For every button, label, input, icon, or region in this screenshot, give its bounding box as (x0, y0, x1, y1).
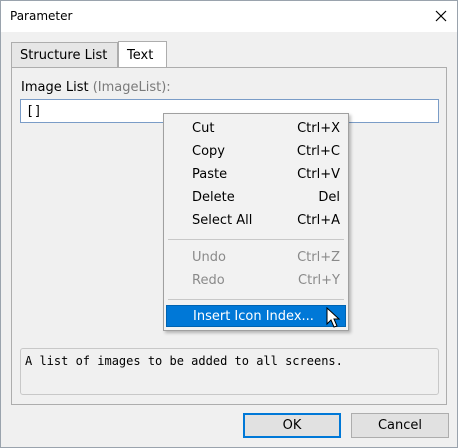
menu-item-shortcut: Del (318, 189, 340, 205)
menu-item-redo[interactable]: Redo Ctrl+Y (166, 269, 346, 291)
menu-item-paste[interactable]: Paste Ctrl+V (166, 163, 346, 185)
menu-item-label: Copy (192, 143, 225, 159)
field-type-hint: (ImageList): (92, 80, 171, 95)
menu-item-shortcut: Ctrl+C (296, 143, 340, 159)
menu-item-label: Insert Icon Index... (193, 308, 314, 324)
tab-text[interactable]: Text (118, 41, 167, 68)
menu-item-label: Delete (192, 189, 235, 205)
window-title: Parameter (10, 9, 73, 23)
tab-label: Text (127, 47, 154, 63)
menu-item-select-all[interactable]: Select All Ctrl+A (166, 209, 346, 231)
menu-item-label: Cut (192, 120, 215, 136)
menu-item-shortcut: Ctrl+Y (298, 272, 340, 288)
mouse-pointer-icon (326, 307, 341, 328)
title-bar[interactable]: Parameter (1, 1, 457, 32)
menu-separator (168, 299, 344, 300)
description-box: A list of images to be added to all scre… (20, 348, 439, 395)
tab-label: Structure List (20, 47, 108, 63)
menu-item-undo[interactable]: Undo Ctrl+Z (166, 246, 346, 268)
menu-item-shortcut: Ctrl+X (297, 120, 340, 136)
context-menu: Cut Ctrl+X Copy Ctrl+C Paste Ctrl+V Delete D… (163, 113, 349, 331)
close-button[interactable] (429, 4, 453, 28)
menu-item-insert-icon-index[interactable]: Insert Icon Index... (166, 305, 346, 327)
field-label-text: Image List (21, 80, 89, 95)
close-icon (435, 10, 447, 22)
cancel-label: Cancel (377, 418, 423, 433)
ok-button[interactable]: OK (243, 413, 341, 438)
menu-item-label: Undo (192, 249, 226, 265)
menu-item-shortcut: Ctrl+V (297, 166, 340, 182)
menu-item-delete[interactable]: Delete Del (166, 186, 346, 208)
input-value: [] (26, 103, 42, 119)
menu-item-label: Select All (192, 212, 253, 228)
menu-separator (168, 239, 344, 240)
menu-item-cut[interactable]: Cut Ctrl+X (166, 117, 346, 139)
menu-item-shortcut: Ctrl+Z (297, 249, 340, 265)
tab-structure-list[interactable]: Structure List (11, 42, 118, 67)
cancel-button[interactable]: Cancel (351, 413, 449, 438)
menu-item-label: Paste (192, 166, 228, 182)
field-label: Image List (ImageList): (21, 80, 171, 95)
ok-label: OK (282, 418, 302, 433)
menu-item-shortcut: Ctrl+A (297, 212, 340, 228)
menu-item-copy[interactable]: Copy Ctrl+C (166, 140, 346, 162)
menu-item-label: Redo (192, 272, 225, 288)
